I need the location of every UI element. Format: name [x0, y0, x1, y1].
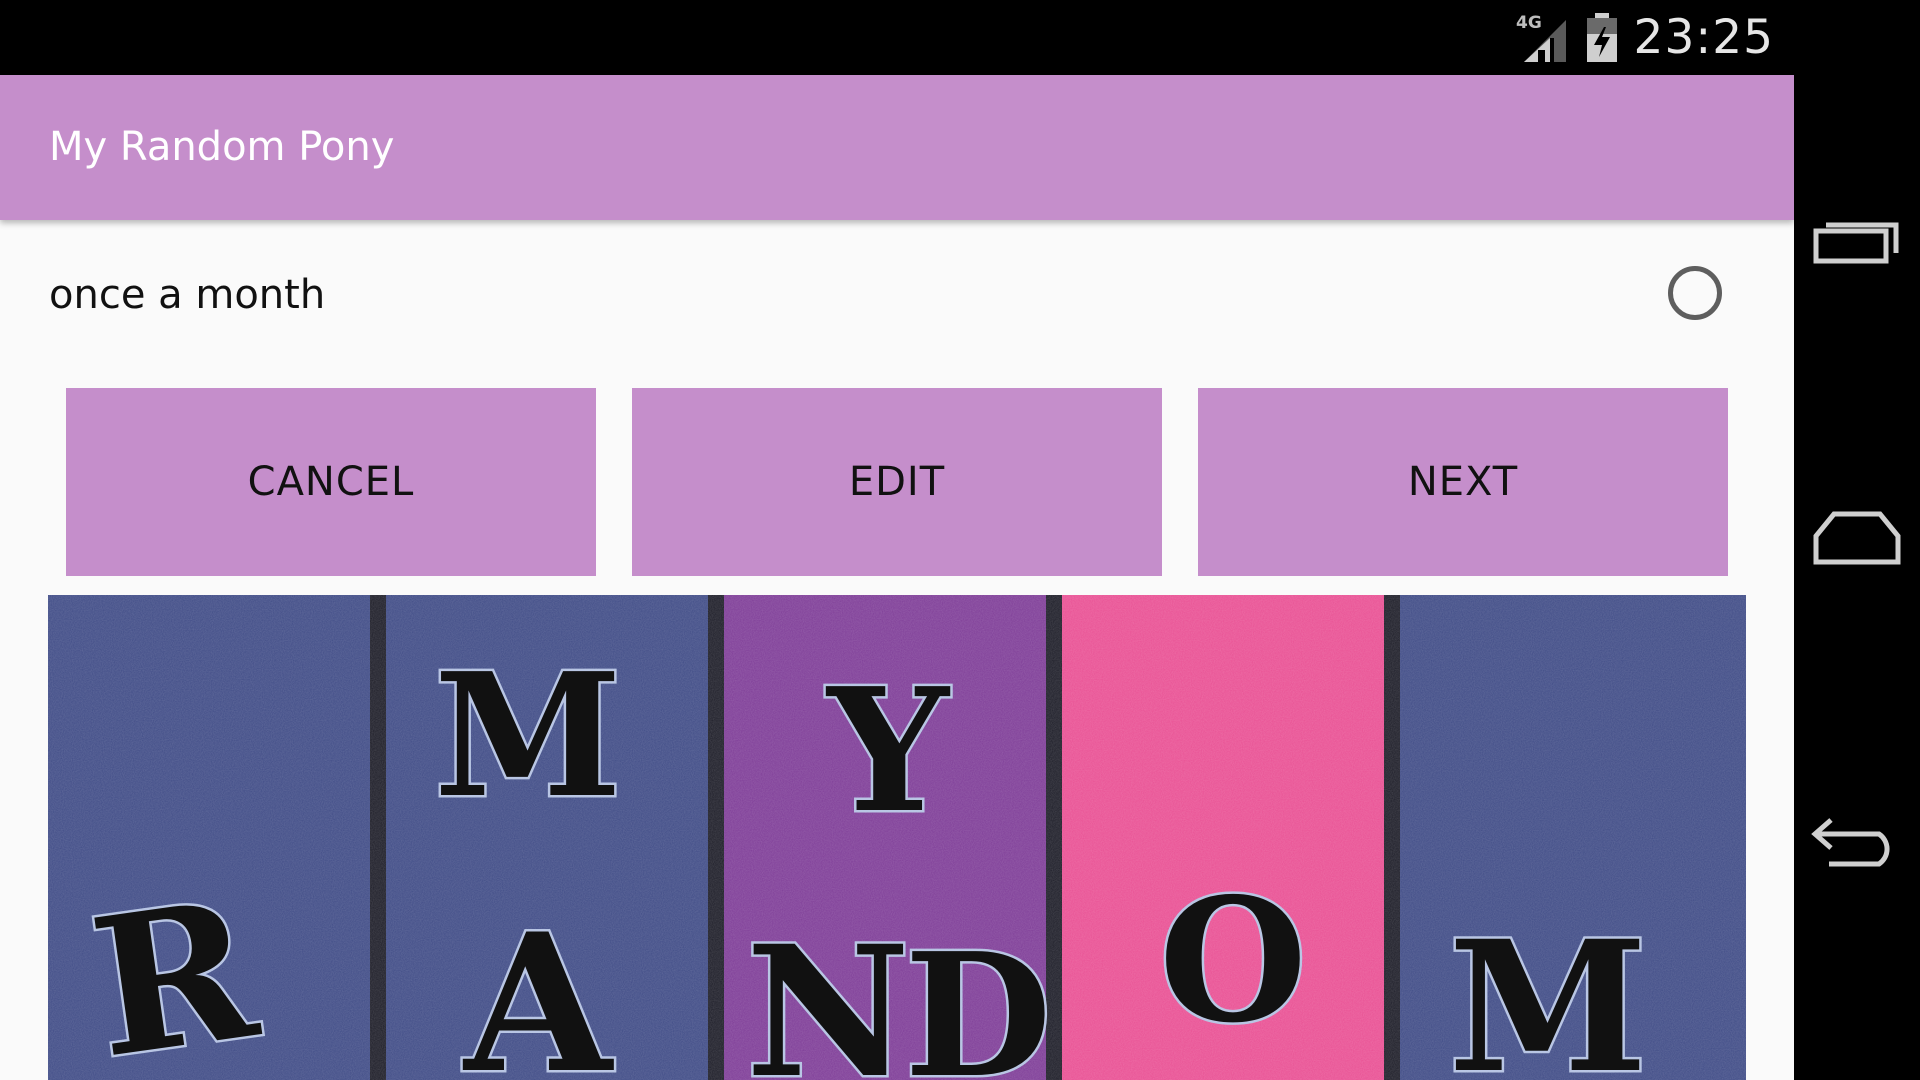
next-button[interactable]: NEXT: [1198, 388, 1728, 576]
network-type: 4G: [1516, 13, 1542, 33]
status-icons: 4G 23:25: [1514, 0, 1794, 75]
back-button[interactable]: [1794, 778, 1920, 898]
battery-charging-icon: [1586, 12, 1617, 62]
my-random-pony-banner: M Y R A N D O M: [48, 595, 1746, 1080]
edit-button[interactable]: EDIT: [632, 388, 1162, 576]
back-icon: [1811, 818, 1890, 867]
signal-icon: 4G: [1516, 13, 1566, 62]
home-icon: [1813, 511, 1901, 565]
app-toolbar: My Random Pony: [0, 75, 1794, 220]
navigation-bar: [1794, 0, 1920, 1080]
toolbar-title: My Random Pony: [49, 124, 395, 170]
banner-letter-o: O: [1159, 861, 1307, 1061]
clock: 23:25: [1633, 10, 1774, 65]
banner-letter-n: N: [746, 907, 911, 1080]
banner-image: M Y R A N D O M: [48, 595, 1746, 1080]
cancel-button[interactable]: CANCEL: [66, 388, 596, 576]
banner-letter-y: Y: [825, 651, 950, 851]
banner-letter-m2: M: [1448, 902, 1647, 1080]
banner-letter-d: D: [904, 916, 1051, 1080]
banner-letter-m: M: [434, 636, 622, 836]
frequency-option-row[interactable]: once a month: [0, 220, 1794, 370]
recent-apps-icon: [1813, 222, 1899, 264]
frequency-radio-button[interactable]: [1668, 266, 1722, 320]
home-button[interactable]: [1794, 478, 1920, 598]
frequency-option-label: once a month: [49, 272, 326, 318]
app-screen: My Random Pony once a month CANCEL EDIT …: [0, 75, 1794, 1080]
recent-apps-button[interactable]: [1794, 180, 1920, 300]
status-bar: 4G 23:25: [0, 0, 1794, 75]
banner-letter-a: A: [462, 892, 614, 1080]
